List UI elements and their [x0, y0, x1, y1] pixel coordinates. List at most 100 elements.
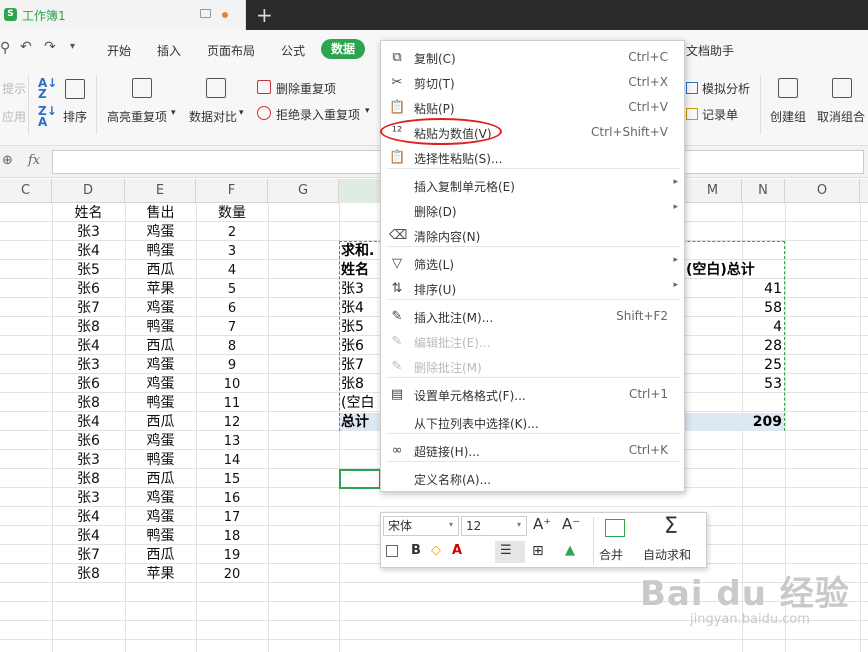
delete-duplicates-icon[interactable] [257, 80, 271, 94]
pivot-row-label[interactable]: 张3 [341, 280, 364, 299]
context-menu-item[interactable]: ▽ 筛选(L) ▸ [381, 251, 684, 276]
table-cell[interactable]: 张4 [52, 527, 125, 546]
pivot-value[interactable]: 41 [740, 280, 782, 299]
table-cell[interactable]: 鸭蛋 [125, 242, 196, 261]
table-cell[interactable]: 7 [196, 318, 268, 337]
increase-font-icon[interactable]: A⁺ [533, 515, 551, 533]
table-cell[interactable]: 张8 [52, 318, 125, 337]
redo-icon[interactable]: ↷ [44, 39, 56, 55]
table-cell[interactable]: 西瓜 [125, 337, 196, 356]
table-cell[interactable]: 张3 [52, 451, 125, 470]
column-header-o[interactable]: O [785, 179, 860, 203]
menu-insert[interactable]: 插入 [157, 42, 181, 59]
highlight-duplicates-icon[interactable] [132, 78, 152, 98]
context-menu-item[interactable]: ✎ 插入批注(M)... Shift+F2 [381, 304, 684, 329]
chevron-down-icon[interactable]: ▾ [365, 106, 370, 116]
create-group-button[interactable]: 创建组 [770, 108, 806, 125]
record-form-button[interactable]: 记录单 [702, 106, 738, 123]
column-header-f[interactable]: F [196, 179, 268, 203]
table-cell[interactable]: 张4 [52, 242, 125, 261]
table-cell[interactable]: 10 [196, 375, 268, 394]
table-cell[interactable]: 张8 [52, 565, 125, 584]
table-header[interactable]: 数量 [196, 204, 268, 223]
table-cell[interactable]: 鸡蛋 [125, 489, 196, 508]
column-header-m[interactable]: M [684, 179, 742, 203]
table-cell[interactable]: 张6 [52, 280, 125, 299]
format-painter-icon[interactable] [386, 545, 398, 557]
merge-icon[interactable] [605, 519, 625, 537]
table-cell[interactable]: 20 [196, 565, 268, 584]
sort-button[interactable]: 排序 [63, 108, 87, 125]
create-group-icon[interactable] [778, 78, 798, 98]
menu-page-layout[interactable]: 页面布局 [207, 42, 255, 59]
table-cell[interactable]: 2 [196, 223, 268, 242]
pivot-total-label[interactable]: 总计 [341, 413, 369, 432]
table-cell[interactable]: 苹果 [125, 565, 196, 584]
context-menu-item[interactable]: ⇅ 排序(U) ▸ [381, 276, 684, 301]
pivot-row-label[interactable]: 张7 [341, 356, 364, 375]
what-if-icon[interactable] [686, 82, 698, 94]
table-cell[interactable]: 西瓜 [125, 546, 196, 565]
document-tab[interactable]: S 工作簿1 [0, 0, 246, 30]
table-header[interactable]: 姓名 [52, 204, 125, 223]
menu-data[interactable]: 数据 [321, 39, 365, 59]
table-cell[interactable]: 苹果 [125, 280, 196, 299]
zoom-icon[interactable]: ⊕ [2, 153, 13, 168]
context-menu-item[interactable]: 📋 粘贴(P) Ctrl+V [381, 95, 684, 120]
search-icon[interactable]: ⚲ [0, 40, 10, 56]
pivot-row-label[interactable]: (空白 [341, 394, 374, 413]
table-cell[interactable]: 17 [196, 508, 268, 527]
table-cell[interactable]: 张4 [52, 508, 125, 527]
context-menu-item[interactable]: ⧉ 复制(C) Ctrl+C [381, 45, 684, 70]
sum-icon[interactable]: Σ [664, 514, 678, 539]
fill-color-icon[interactable]: ◇ [431, 543, 441, 558]
table-cell[interactable]: 张7 [52, 299, 125, 318]
context-menu-item[interactable]: 删除(D) ▸ [381, 198, 684, 223]
table-cell[interactable]: 张3 [52, 489, 125, 508]
table-cell[interactable]: 张3 [52, 223, 125, 242]
table-cell[interactable]: 11 [196, 394, 268, 413]
table-cell[interactable]: 鸡蛋 [125, 299, 196, 318]
table-cell[interactable]: 西瓜 [125, 470, 196, 489]
menu-start[interactable]: 开始 [107, 42, 131, 59]
merge-button[interactable]: 合并 [599, 546, 623, 563]
table-cell[interactable]: 鸭蛋 [125, 451, 196, 470]
table-cell[interactable]: 鸭蛋 [125, 394, 196, 413]
ungroup-icon[interactable] [832, 78, 852, 98]
pivot-value[interactable]: 58 [740, 299, 782, 318]
column-header-e[interactable]: E [125, 179, 196, 203]
table-cell[interactable]: 张4 [52, 337, 125, 356]
pivot-header[interactable]: 姓名 [341, 261, 369, 280]
column-header-h[interactable] [339, 179, 381, 203]
table-cell[interactable]: 19 [196, 546, 268, 565]
table-cell[interactable]: 鸡蛋 [125, 356, 196, 375]
font-select[interactable]: 宋体 [383, 516, 459, 536]
customize-icon[interactable]: ▾ [70, 41, 75, 52]
highlight-duplicates-button[interactable]: 高亮重复项 [107, 108, 167, 125]
autosum-button[interactable]: 自动求和 [643, 546, 691, 563]
table-cell[interactable]: 16 [196, 489, 268, 508]
pivot-row-label[interactable]: 张5 [341, 318, 364, 337]
column-header-n[interactable]: N [742, 179, 785, 203]
pivot-right-header[interactable]: (空白)总计 [686, 261, 755, 280]
pivot-grand-total[interactable]: 209 [740, 413, 782, 432]
table-cell[interactable]: 张8 [52, 470, 125, 489]
table-cell[interactable]: 6 [196, 299, 268, 318]
table-cell[interactable]: 张4 [52, 413, 125, 432]
reject-duplicates-icon[interactable] [257, 106, 271, 120]
context-menu-item[interactable]: 从下拉列表中选择(K)... [381, 410, 684, 435]
menu-formula[interactable]: 公式 [281, 42, 305, 59]
table-cell[interactable]: 4 [196, 261, 268, 280]
chevron-down-icon[interactable]: ▾ [171, 108, 176, 118]
data-compare-icon[interactable] [206, 78, 226, 98]
data-compare-button[interactable]: 数据对比 [189, 108, 237, 125]
align-icon[interactable]: ☰ [500, 543, 512, 558]
table-cell[interactable]: 鸡蛋 [125, 508, 196, 527]
context-menu-item[interactable]: 📋 选择性粘贴(S)... [381, 145, 684, 170]
table-cell[interactable]: 鸡蛋 [125, 223, 196, 242]
column-header-c[interactable]: C [0, 179, 52, 203]
borders-icon[interactable]: ⊞ [532, 543, 544, 559]
monitor-icon[interactable] [200, 9, 211, 18]
table-cell[interactable]: 3 [196, 242, 268, 261]
table-cell[interactable]: 张7 [52, 546, 125, 565]
